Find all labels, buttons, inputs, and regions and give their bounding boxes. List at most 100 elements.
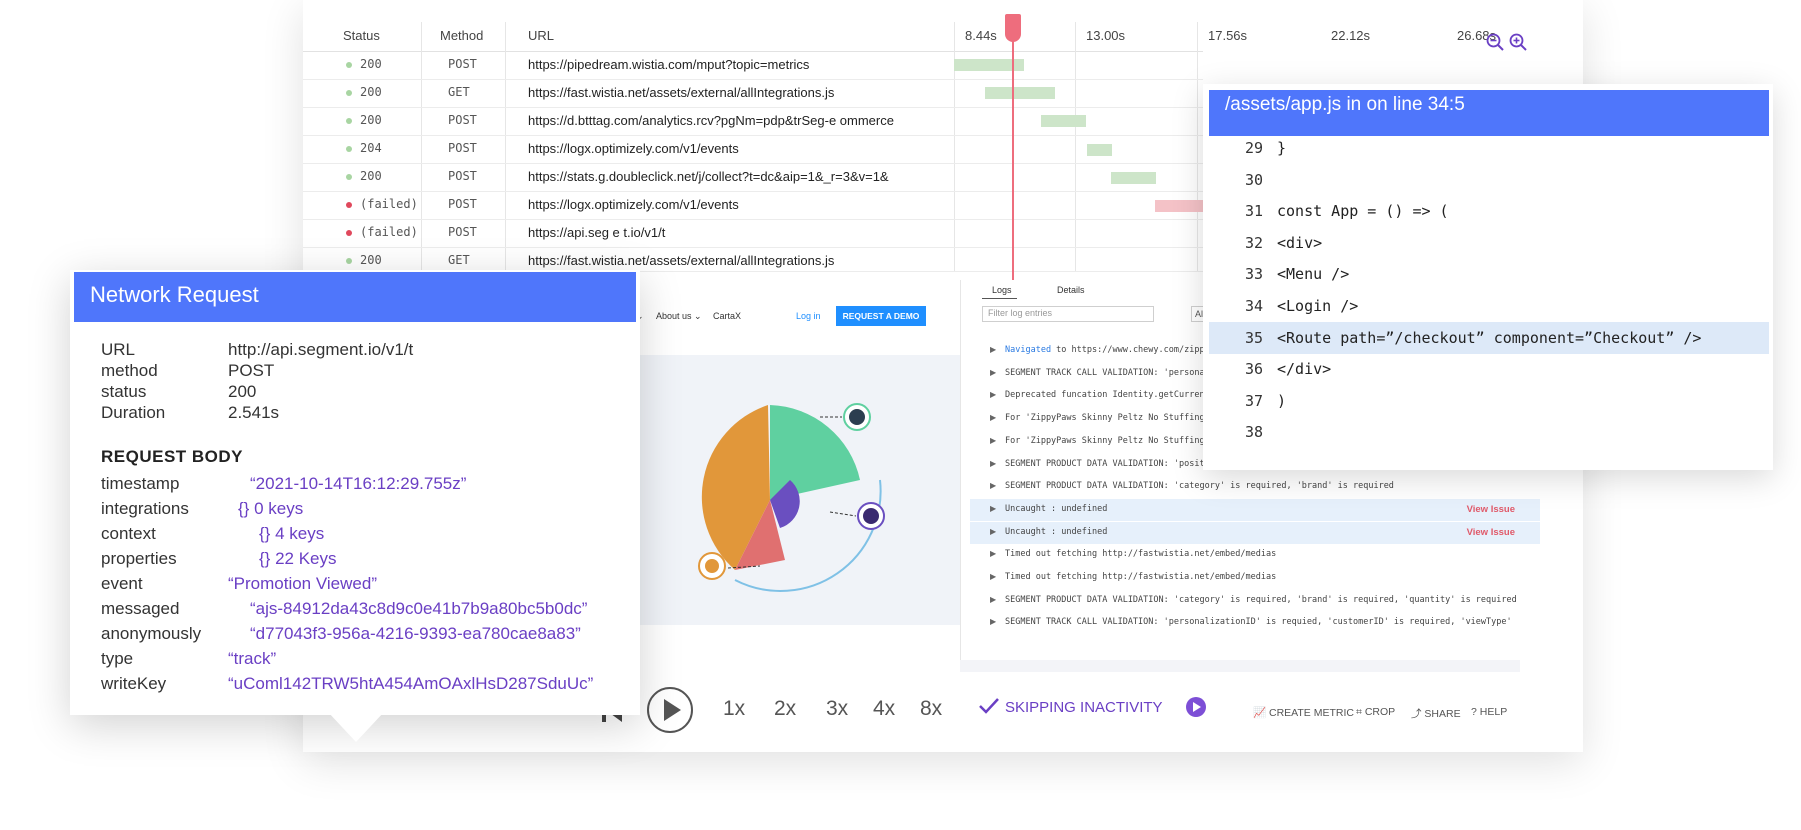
- network-row[interactable]: 200 POST https://stats.g.doubleclick.net…: [303, 163, 1203, 192]
- playhead-line: [1012, 40, 1014, 280]
- network-row[interactable]: 204 POST https://logx.optimizely.com/v1/…: [303, 135, 1203, 164]
- log-message: SEGMENT PRODUCT DATA VALIDATION: 'catego…: [1005, 481, 1394, 491]
- speed-3x-button[interactable]: 3x: [826, 697, 848, 721]
- expand-caret-icon[interactable]: ▶: [990, 595, 996, 604]
- request-body-title: REQUEST BODY: [101, 447, 244, 466]
- line-number: 29: [1244, 139, 1263, 157]
- log-entry[interactable]: ▶ SEGMENT PRODUCT DATA VALIDATION: 'categ…: [970, 590, 1540, 612]
- expand-caret-icon[interactable]: ▶: [990, 572, 996, 581]
- waterfall-bar: [1041, 115, 1086, 127]
- expand-caret-icon[interactable]: ▶: [990, 436, 996, 445]
- expand-caret-icon[interactable]: ▶: [990, 481, 996, 490]
- share-label: SHARE: [1424, 708, 1461, 720]
- tab-logs[interactable]: Logs: [992, 285, 1012, 295]
- log-entry[interactable]: ▶ SEGMENT TRACK CALL VALIDATION: 'persona…: [970, 612, 1540, 634]
- code-line: 37): [1209, 385, 1769, 417]
- log-message: to https://www.chewy.com/zippyp: [1051, 345, 1215, 355]
- line-number: 35: [1244, 329, 1263, 347]
- log-link[interactable]: Navigated: [1005, 345, 1051, 355]
- status-column-header[interactable]: Status: [343, 28, 380, 43]
- log-entry[interactable]: ▶ Timed out fetching http://fastwistia.ne…: [970, 544, 1540, 566]
- code-line: 34 <Login />: [1209, 290, 1769, 322]
- url-label: URL: [101, 340, 136, 359]
- network-row[interactable]: 200 POST https://pipedream.wistia.com/mp…: [303, 51, 1203, 80]
- speed-4x-button[interactable]: 4x: [873, 697, 895, 721]
- log-text: Timed out fetching http://fastwistia.net…: [1005, 549, 1276, 559]
- code-text: const App = () => (: [1277, 202, 1449, 220]
- log-text: For 'ZippyPaws Skinny Peltz No Stuffing …: [1005, 436, 1220, 446]
- request-demo-button[interactable]: REQUEST A DEMO: [836, 306, 926, 326]
- code-line: 30: [1209, 164, 1769, 196]
- share-icon: ⤴: [1411, 708, 1422, 720]
- expand-caret-icon[interactable]: ▶: [990, 504, 996, 513]
- log-entry[interactable]: ▶ Uncaught : undefined View Issue: [970, 499, 1540, 521]
- url-column-header[interactable]: URL: [528, 28, 554, 43]
- expand-caret-icon[interactable]: ▶: [990, 390, 996, 399]
- body-value: “track”: [228, 649, 277, 668]
- code-line: 33 <Menu />: [1209, 258, 1769, 290]
- tab-details[interactable]: Details: [1057, 285, 1085, 295]
- method-column-header[interactable]: Method: [440, 28, 483, 43]
- log-entry[interactable]: ▶ SEGMENT PRODUCT DATA VALIDATION: 'categ…: [970, 476, 1540, 498]
- nav-link-about[interactable]: About us ⌄: [656, 311, 702, 322]
- network-row[interactable]: 200 GET https://fast.wistia.net/assets/e…: [303, 79, 1203, 108]
- log-message: SEGMENT PRODUCT DATA VALIDATION: 'catego…: [1005, 595, 1517, 605]
- nav-link-cartax[interactable]: CartaX: [713, 311, 741, 321]
- zoom-out-icon[interactable]: [1486, 33, 1504, 51]
- log-message: For 'ZippyPaws Skinny Peltz No Stuffing …: [1005, 413, 1215, 423]
- row-method: GET: [448, 85, 470, 99]
- view-issue-link[interactable]: View Issue: [1467, 527, 1515, 538]
- body-key: type: [101, 649, 134, 668]
- log-scrollbar[interactable]: [960, 660, 1520, 672]
- status-dot: [346, 230, 352, 236]
- playhead-handle[interactable]: [1005, 14, 1021, 42]
- expand-caret-icon[interactable]: ▶: [990, 527, 996, 536]
- body-key: integrations: [101, 499, 189, 518]
- body-value[interactable]: {} 4 keys: [259, 524, 324, 544]
- network-request-header: Network Request: [74, 272, 636, 322]
- view-issue-link[interactable]: View Issue: [1467, 504, 1515, 515]
- log-entry[interactable]: ▶ Uncaught : undefined View Issue: [970, 522, 1540, 544]
- body-key: properties: [101, 549, 177, 568]
- expand-caret-icon[interactable]: ▶: [990, 413, 996, 422]
- network-row[interactable]: 200 GET https://fast.wistia.net/assets/e…: [303, 247, 1203, 272]
- help-button[interactable]: ? HELP: [1471, 706, 1507, 718]
- play-icon[interactable]: [646, 686, 694, 734]
- body-value[interactable]: {} 0 keys: [238, 499, 303, 519]
- network-row[interactable]: (failed) POST https://api.seg e t.io/v1/…: [303, 219, 1203, 248]
- log-text: Navigated to https://www.chewy.com/zippy…: [1005, 345, 1215, 355]
- create-metric-button[interactable]: 📈 CREATE METRIC: [1253, 706, 1354, 719]
- network-row[interactable]: (failed) POST https://logx.optimizely.co…: [303, 191, 1203, 220]
- waterfall-bar-failed: [1155, 200, 1203, 212]
- play-circle-icon[interactable]: [1185, 696, 1207, 718]
- login-link[interactable]: Log in: [796, 311, 821, 321]
- expand-caret-icon[interactable]: ▶: [990, 617, 996, 626]
- log-entry[interactable]: ▶ Timed out fetching http://fastwistia.ne…: [970, 567, 1540, 589]
- code-text: <Route path=”/checkout” component=”Check…: [1277, 329, 1702, 347]
- line-number: 33: [1244, 265, 1263, 283]
- row-status: (failed): [360, 197, 418, 211]
- zoom-in-icon[interactable]: [1509, 33, 1527, 51]
- expand-caret-icon[interactable]: ▶: [990, 459, 996, 468]
- body-value[interactable]: {} 22 Keys: [259, 549, 337, 569]
- skip-inactivity-toggle[interactable]: SKIPPING INACTIVITY: [1005, 699, 1163, 716]
- code-text: <Menu />: [1277, 265, 1350, 283]
- speed-2x-button[interactable]: 2x: [774, 697, 796, 721]
- row-status: 200: [360, 85, 382, 99]
- body-key: anonymously: [101, 624, 202, 643]
- expand-caret-icon[interactable]: ▶: [990, 549, 996, 558]
- log-message: For 'ZippyPaws Skinny Peltz No Stuffing …: [1005, 436, 1220, 446]
- crop-button[interactable]: ⌗ CROP: [1356, 706, 1395, 719]
- expand-caret-icon[interactable]: ▶: [990, 368, 996, 377]
- row-status: (failed): [360, 225, 418, 239]
- row-method: POST: [448, 225, 477, 239]
- share-button[interactable]: ⤴ SHARE: [1411, 706, 1461, 721]
- illustration: [698, 403, 885, 592]
- log-filter-input[interactable]: Filter log entries: [982, 306, 1154, 322]
- row-status: 200: [360, 57, 382, 71]
- speed-1x-button[interactable]: 1x: [723, 697, 745, 721]
- code-line: 32 <div>: [1209, 227, 1769, 259]
- speed-8x-button[interactable]: 8x: [920, 697, 942, 721]
- expand-caret-icon[interactable]: ▶: [990, 345, 996, 354]
- line-number: 38: [1244, 423, 1263, 441]
